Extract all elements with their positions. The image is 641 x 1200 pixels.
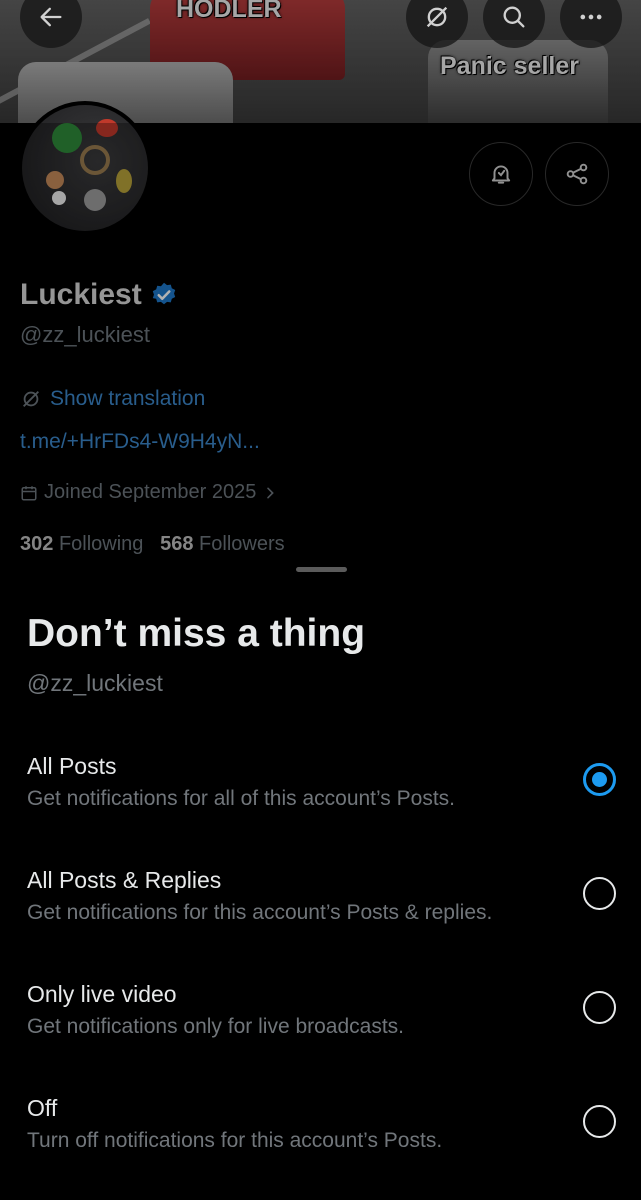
more-icon — [580, 14, 602, 20]
joined-date[interactable]: Joined September 2025 — [20, 481, 278, 504]
radio-only-live-video[interactable] — [583, 991, 616, 1024]
option-description: Get notifications only for live broadcas… — [27, 1015, 405, 1038]
show-translation-link[interactable]: Show translation — [20, 387, 205, 411]
radio-all-posts-replies[interactable] — [583, 877, 616, 910]
display-name-row: Luckiest — [20, 278, 178, 312]
share-button[interactable] — [545, 142, 609, 206]
option-all-posts[interactable]: All Posts Get notifications for all of t… — [0, 753, 641, 853]
followers-link[interactable]: 568 Followers — [160, 533, 285, 555]
option-description: Get notifications for this account’s Pos… — [27, 901, 493, 924]
verified-badge-icon[interactable] — [150, 281, 178, 309]
option-only-live-video[interactable]: Only live video Get notifications only f… — [0, 981, 641, 1081]
bell-check-icon — [491, 165, 511, 184]
joined-date-label: Joined September 2025 — [44, 481, 257, 503]
sheet-handle: @zz_luckiest — [27, 670, 163, 696]
radio-all-posts[interactable] — [583, 763, 616, 796]
show-translation-label: Show translation — [50, 387, 206, 410]
profile-handle: @zz_luckiest — [20, 322, 150, 347]
back-arrow-icon — [40, 7, 62, 27]
chevron-right-icon — [267, 487, 275, 498]
notification-settings-sheet: Don’t miss a thing @zz_luckiest All Post… — [0, 556, 641, 1200]
followers-count: 568 — [160, 533, 194, 555]
display-name: Luckiest — [20, 278, 142, 311]
profile-view: HODLER Panic seller Luckiest @zz_luckies… — [0, 0, 641, 600]
sheet-title: Don’t miss a thing — [27, 612, 366, 655]
search-icon — [503, 6, 525, 28]
following-count: 302 — [20, 533, 54, 555]
eye-slash-icon — [426, 6, 448, 28]
option-description: Get notifications for all of this accoun… — [27, 787, 455, 810]
profile-website-link[interactable]: t.me/+HrFDs4-W9H4yN... — [20, 430, 260, 454]
avatar[interactable] — [18, 101, 152, 235]
option-label: Off — [27, 1095, 58, 1121]
followers-label: Followers — [199, 533, 285, 555]
radio-off[interactable] — [583, 1105, 616, 1138]
option-label: Only live video — [27, 981, 177, 1007]
following-link[interactable]: 302 Following — [20, 533, 143, 555]
follow-stats: 302 Following 568 Followers — [20, 533, 285, 556]
option-off[interactable]: Off Turn off notifications for this acco… — [0, 1095, 641, 1195]
calendar-icon — [21, 485, 37, 500]
notifications-button[interactable] — [469, 142, 533, 206]
option-all-posts-replies[interactable]: All Posts & Replies Get notifications fo… — [0, 867, 641, 967]
share-icon — [566, 163, 588, 185]
following-label: Following — [58, 533, 144, 555]
option-label: All Posts — [27, 753, 117, 779]
option-description: Turn off notifications for this account’… — [27, 1129, 443, 1152]
sheet-drag-handle[interactable] — [296, 567, 347, 572]
option-label: All Posts & Replies — [27, 867, 222, 893]
avatar-image — [22, 105, 148, 231]
translate-icon — [23, 391, 39, 407]
